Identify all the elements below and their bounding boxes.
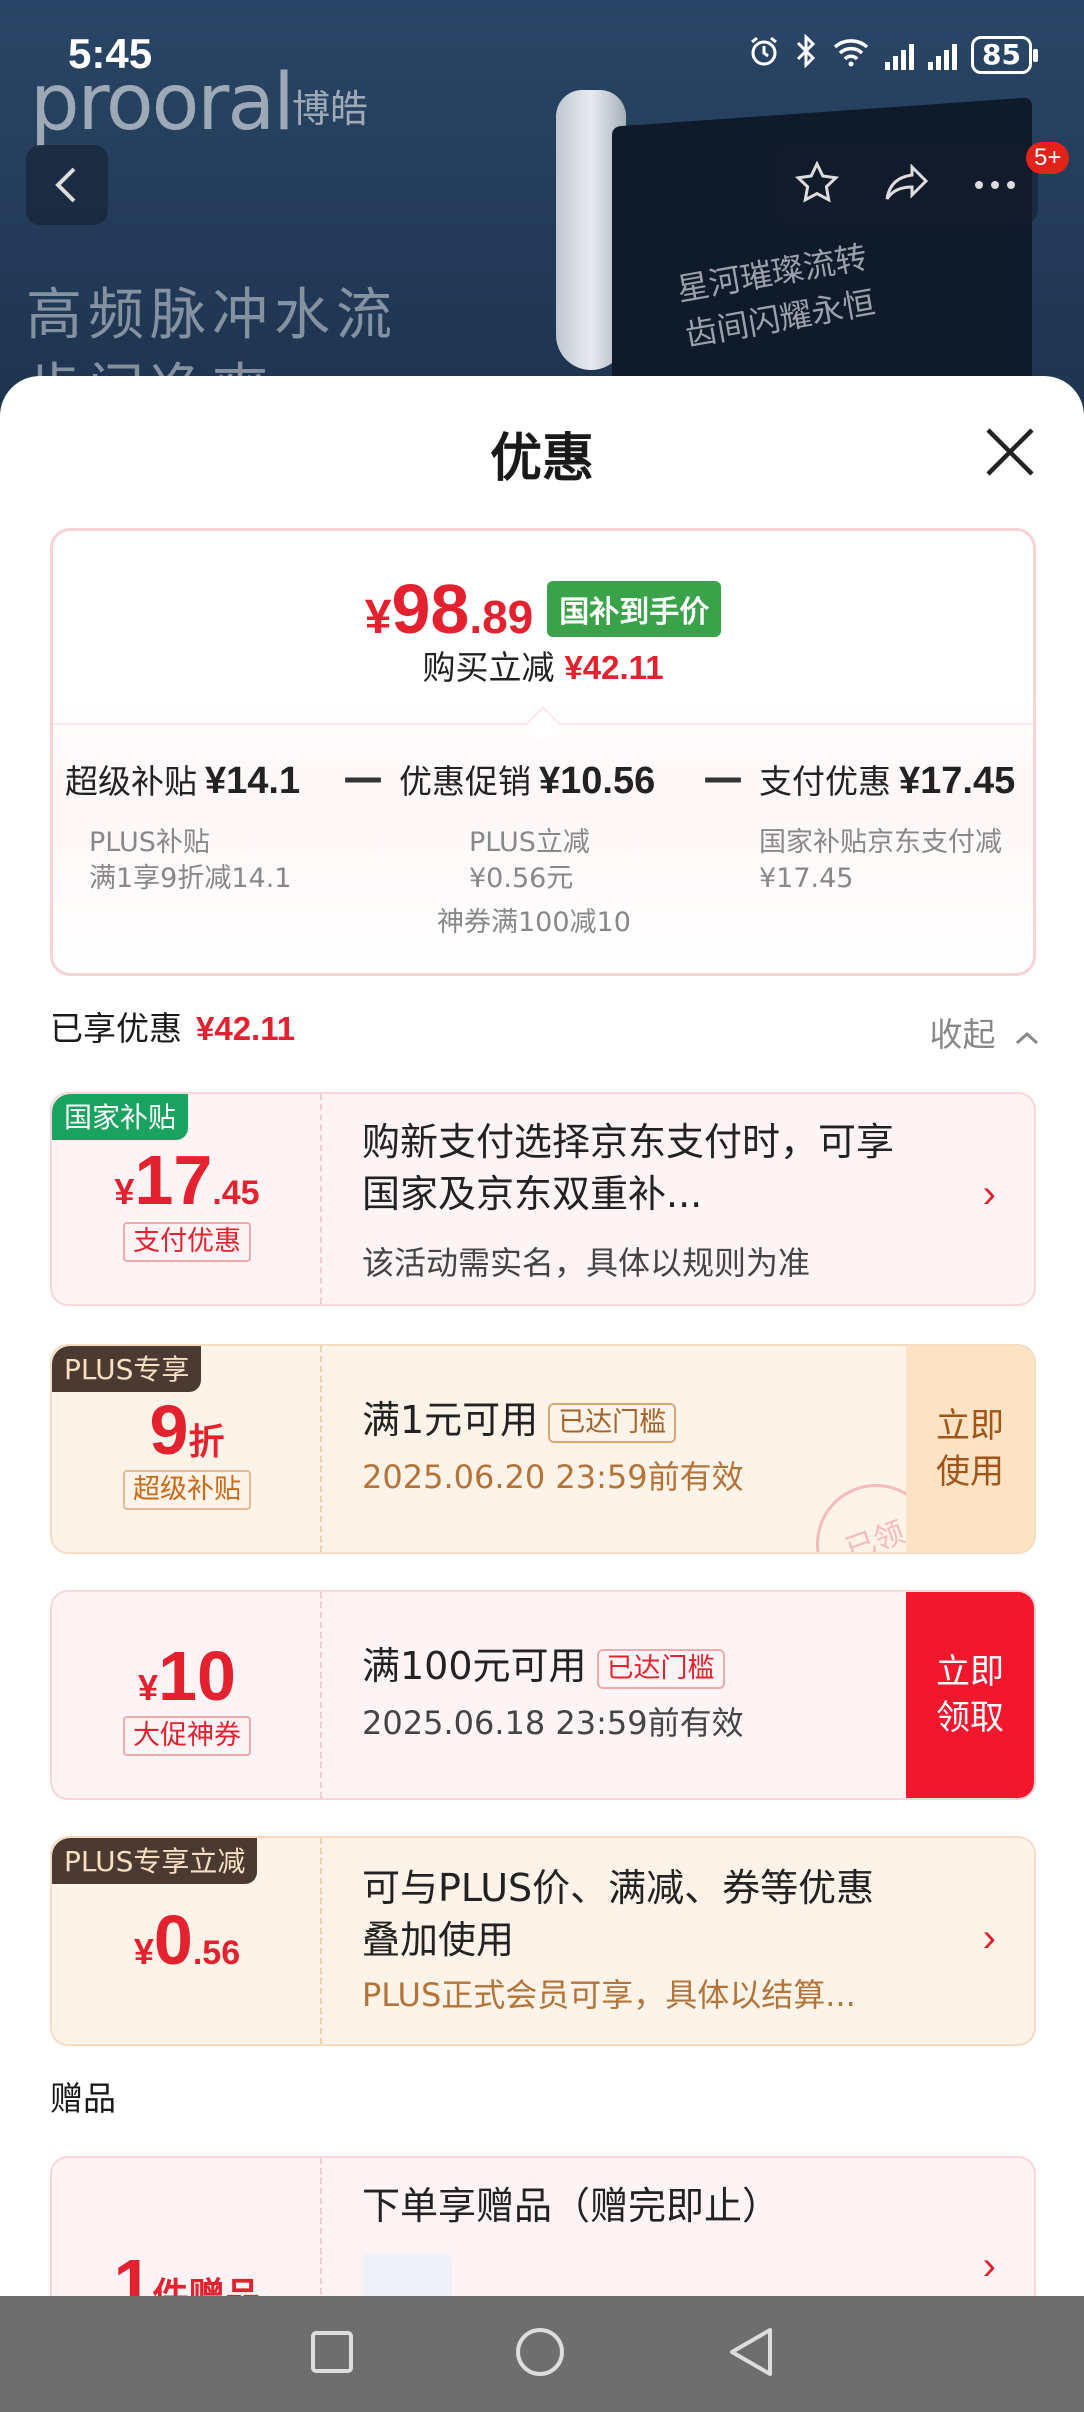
coupon-value: ¥10 bbox=[138, 1637, 236, 1715]
system-nav-bar bbox=[0, 2296, 1084, 2412]
sheet-title: 优惠 bbox=[489, 429, 594, 489]
coupon-corner-tag: 国家补贴 bbox=[52, 1094, 189, 1140]
breakdown-payment: 支付优惠 ¥17.45 bbox=[759, 760, 1016, 802]
back-button[interactable] bbox=[26, 145, 108, 225]
coupon-plus-discount: PLUS专享 9折 超级补贴 满1元可用 已达门槛 2025.06.20 23:5… bbox=[50, 1344, 1036, 1554]
enjoyed-discounts-header: 已享优惠 ¥42.11 bbox=[50, 1009, 296, 1048]
recents-button[interactable] bbox=[310, 2330, 354, 2378]
saving-line: 购买立减 ¥42.11 bbox=[422, 648, 664, 687]
gift-title: 下单享赠品（赠完即止） bbox=[362, 2184, 781, 2228]
gifts-header: 赠品 bbox=[50, 2079, 116, 2118]
coupon-value: 9折 bbox=[149, 1391, 225, 1469]
price-summary-card: ¥98.89 国补到手价 购买立减 ¥42.11 超级补贴 ¥14.1 — 优惠促销… bbox=[50, 528, 1036, 976]
gift-card[interactable]: 1件赠品 下单享赠品（赠完即止） › bbox=[50, 2156, 1036, 2296]
more-button[interactable] bbox=[973, 176, 1017, 195]
threshold-badge: 已达门槛 bbox=[548, 1402, 677, 1443]
caret bbox=[526, 706, 560, 740]
minus-sign: — bbox=[343, 755, 383, 801]
status-bar: 5:45 85 bbox=[0, 0, 1084, 110]
back-nav-button[interactable] bbox=[726, 2326, 774, 2382]
signal-icon-1 bbox=[885, 40, 915, 70]
home-button[interactable] bbox=[514, 2326, 566, 2382]
coupon-corner-tag: PLUS专享立减 bbox=[52, 1838, 258, 1884]
top-actions bbox=[772, 145, 1038, 225]
coupon-mega-sale: ¥10 大促神券 满100元可用 已达门槛 2025.06.18 23:59前有效… bbox=[50, 1590, 1036, 1800]
coupon-corner-tag: PLUS专享 bbox=[52, 1346, 202, 1392]
bluetooth-icon bbox=[795, 33, 817, 76]
coupon-desc: PLUS正式会员可享，具体以结算... bbox=[362, 1976, 856, 2014]
battery-icon: 85 bbox=[971, 36, 1038, 74]
coupon-plus-instant[interactable]: PLUS专享立减 ¥0.56 可与PLUS价、满减、券等优惠 叠加使用 PLUS正… bbox=[50, 1836, 1036, 2046]
breakdown-sub: 神券满100减10 bbox=[437, 907, 631, 938]
status-time: 5:45 bbox=[68, 30, 153, 77]
claim-now-button[interactable]: 立即领取 bbox=[906, 1592, 1034, 1798]
breakdown-super-subsidy: 超级补贴 ¥14.1 bbox=[65, 760, 301, 802]
coupon-national-subsidy[interactable]: 国家补贴 ¥17.45 支付优惠 购新支付选择京东支付时，可享国家及京东双重补.… bbox=[50, 1092, 1036, 1306]
coupon-title: 可与PLUS价、满减、券等优惠 叠加使用 bbox=[362, 1866, 875, 1962]
status-icons: 85 bbox=[747, 33, 1038, 76]
coupon-value: ¥0.56 bbox=[133, 1901, 241, 1979]
chevron-left-icon bbox=[55, 167, 76, 203]
breakdown-promotion: 优惠促销 ¥10.56 bbox=[399, 760, 656, 802]
coupon-title: 满100元可用 已达门槛 bbox=[362, 1640, 725, 1692]
chevron-right-icon: › bbox=[982, 1916, 996, 1960]
threshold-badge: 已达门槛 bbox=[596, 1648, 725, 1689]
use-now-button[interactable]: 立即使用 bbox=[906, 1346, 1034, 1552]
alarm-icon bbox=[747, 34, 781, 76]
breakdown-sub: PLUS立减 ¥0.56元 bbox=[469, 827, 590, 894]
favorite-button[interactable] bbox=[793, 159, 841, 211]
coupon-type-badge: 大促神券 bbox=[52, 1716, 322, 1756]
final-price: ¥98.89 bbox=[364, 570, 534, 648]
gift-thumbnail bbox=[362, 2254, 452, 2296]
chevron-right-icon: › bbox=[982, 1172, 996, 1216]
message-badge: 5+ bbox=[1026, 142, 1070, 174]
coupon-expiry: 2025.06.18 23:59前有效 bbox=[362, 1704, 744, 1742]
coupon-desc: 该活动需实名，具体以规则为准 bbox=[362, 1244, 811, 1282]
banner-slogan-1: 高频脉冲水流 bbox=[26, 283, 398, 348]
coupon-value: ¥17.45 bbox=[114, 1141, 260, 1219]
coupon-title: 满1元可用 已达门槛 bbox=[362, 1394, 677, 1446]
circle-icon bbox=[516, 2328, 564, 2376]
collapse-button[interactable]: 收起 bbox=[930, 1008, 1041, 1056]
more-icon bbox=[975, 180, 1016, 189]
close-button[interactable] bbox=[980, 422, 1040, 482]
final-price-row: ¥98.89 国补到手价 bbox=[53, 569, 1033, 649]
chevron-right-icon: › bbox=[982, 2244, 996, 2288]
chevron-up-icon bbox=[1015, 1031, 1039, 1045]
coupon-title: 购新支付选择京东支付时，可享国家及京东双重补... bbox=[362, 1120, 895, 1216]
share-button[interactable] bbox=[882, 161, 932, 209]
price-tag: 国补到手价 bbox=[547, 581, 722, 637]
triangle-back-icon bbox=[730, 2328, 772, 2376]
wifi-icon bbox=[831, 35, 871, 75]
breakdown-sub: PLUS补贴 满1享9折减14.1 bbox=[89, 827, 292, 894]
star-icon bbox=[794, 160, 839, 203]
breakdown-sub: 国家补贴京东支付减 ¥17.45 bbox=[759, 827, 1002, 894]
coupon-expiry: 2025.06.20 23:59前有效 bbox=[362, 1458, 744, 1496]
minus-sign: — bbox=[703, 755, 743, 801]
share-icon bbox=[885, 163, 929, 200]
close-icon bbox=[986, 428, 1034, 476]
square-icon bbox=[311, 2331, 353, 2373]
coupon-type-badge: 超级补贴 bbox=[52, 1470, 322, 1510]
discount-sheet: 优惠 ¥98.89 国补到手价 购买立减 ¥42.11 超级补贴 ¥14.1 — 优… bbox=[0, 376, 1084, 2296]
gift-count: 1件赠品 bbox=[113, 2245, 261, 2296]
signal-icon-2 bbox=[928, 40, 958, 70]
coupon-type-badge: 支付优惠 bbox=[52, 1222, 322, 1262]
